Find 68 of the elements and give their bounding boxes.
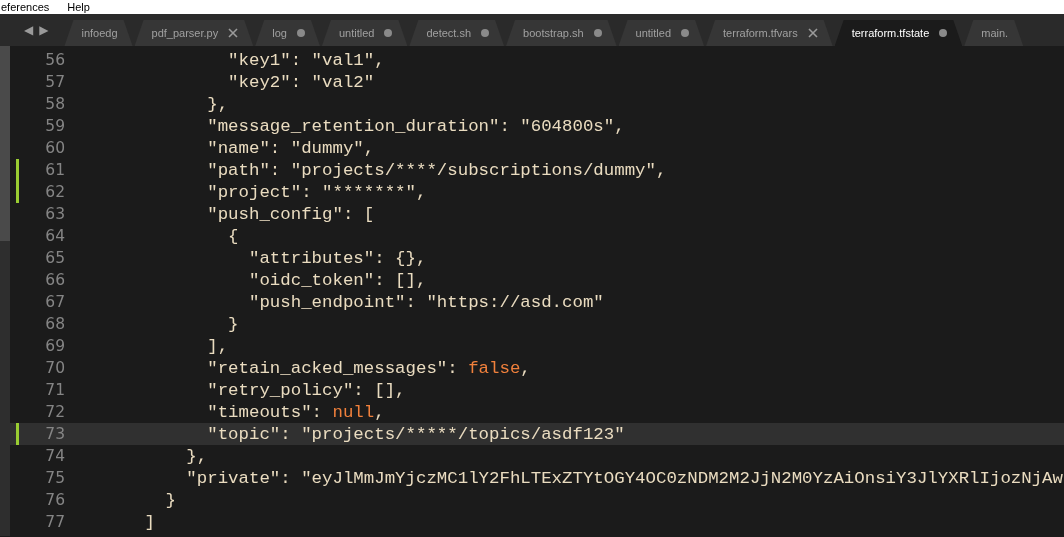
line-number: 61 [44,161,66,179]
code-line: "key1": "val1", [227,50,385,70]
code-line: "retain_acked_messages": false, [206,358,531,378]
line-number: 62 [44,183,66,201]
code-line: ] [143,512,156,532]
nav-arrow[interactable]: ◀ [24,23,34,37]
line-number: 57 [44,73,66,91]
code-line: }, [185,446,208,466]
line-number: 64 [44,227,66,245]
scrollbar-thumb[interactable] [0,46,10,241]
code-line: "path": "projects/****/subscriptions/dummy", [206,160,667,180]
line-number: 74 [44,447,66,465]
menu-item[interactable]: eferences [1,0,50,14]
line-number: 77 [44,513,66,531]
code-line: "name": "dummy", [206,138,375,158]
code-line: ], [206,336,229,356]
code-line: { [227,226,239,246]
tab[interactable]: detect.sh [409,20,505,46]
tab[interactable]: bootstrap.sh [506,20,617,46]
code-line: "oidc_token": [], [247,270,427,290]
code-line: "push_config": [ [206,204,375,224]
code-line: "project": "*******", [206,182,427,202]
code-line: "topic": "projects/*****/topics/asdf123" [206,424,625,444]
modified-dot-icon[interactable] [681,29,690,37]
line-number: 63 [44,205,66,223]
tab[interactable]: untitled [618,20,705,46]
line-number: 70 [44,359,66,377]
tab[interactable]: log [255,20,320,46]
line-number: 72 [44,403,66,421]
line-number: 73 [44,425,66,443]
code-line: }, [206,94,229,114]
line-number: 69 [44,337,66,355]
line-number: 76 [44,491,66,509]
line-number: 67 [44,293,66,311]
code-line: "key2": "val2" [227,72,375,92]
modified-dot-icon[interactable] [593,29,602,37]
tab[interactable]: terraform.tfvars [706,20,833,46]
line-number: 68 [44,315,66,333]
line-number: 71 [44,381,66,399]
code-line: "timeouts": null, [206,402,385,422]
close-icon[interactable] [807,28,818,38]
tab[interactable]: terraform.tfstate [834,20,963,46]
line-number: 59 [44,117,66,135]
tab[interactable]: infoedg [64,20,133,46]
menu-item[interactable]: Help [67,0,90,14]
line-number: 66 [44,271,66,289]
code-line: } [164,490,176,510]
scrollbar-track[interactable] [0,46,10,536]
modified-dot-icon[interactable] [481,29,490,37]
line-number: 75 [44,469,66,487]
code-line: } [227,314,239,334]
modified-dot-icon[interactable] [296,29,305,37]
modified-dot-icon[interactable] [939,29,948,37]
code-line: "retry_policy": [], [206,380,406,400]
close-icon[interactable] [228,28,239,38]
code-line: "push_endpoint": "https://asd.com" [247,292,604,312]
code-line: "message_retention_duration": "604800s", [206,116,625,136]
tab[interactable]: pdf_parser.py [134,20,254,46]
code-line: "attributes": {}, [247,248,427,268]
line-number: 58 [44,95,66,113]
code-line: "private": "eyJlMmJmYjczMC1lY2FhLTExZTYtOGY4OC0zNDM2M2JjN2M0YzAiOnsiY3JlYXRlIjozNjAw [185,468,1063,488]
line-number: 56 [44,51,66,69]
modified-dot-icon[interactable] [384,29,393,37]
tab[interactable]: untitled [321,20,408,46]
line-number: 60 [44,139,66,157]
tab[interactable]: main. [964,20,1024,46]
line-number: 65 [44,249,66,267]
nav-arrow[interactable]: ▶ [39,23,49,37]
